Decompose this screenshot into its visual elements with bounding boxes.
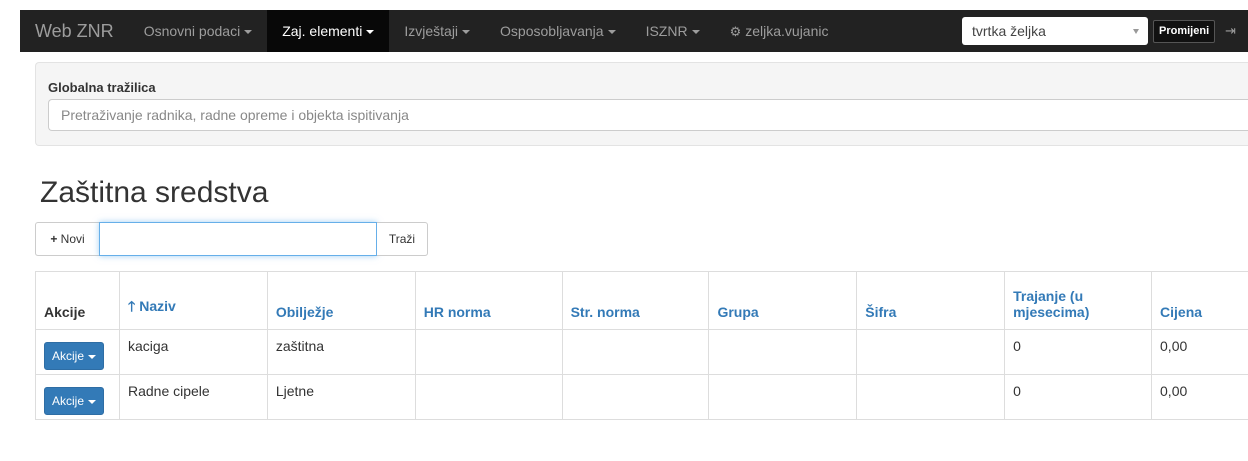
sign-out-icon[interactable]: ⇥ (1225, 23, 1236, 39)
protective-equipment-table: Akcije 🡑 Naziv Obilježje HR norma Str. no… (35, 271, 1248, 420)
menu-zaj-elementi[interactable]: Zaj. elementi (267, 10, 390, 52)
menu-osnovni-podaci[interactable]: Osnovni podaci (129, 10, 268, 52)
change-company-button[interactable]: Promijeni (1153, 20, 1216, 43)
header-obiljezje[interactable]: Obilježje (266, 271, 416, 330)
caret-down-icon (366, 30, 375, 35)
header-str-norma[interactable]: Str. norma (561, 271, 710, 330)
cell-hr-norma (414, 374, 563, 420)
sort-up-icon: 🡑 (127, 298, 136, 314)
cell-str-norma (561, 329, 710, 375)
header-akcije: Akcije (35, 271, 120, 330)
cell-trajanje: 0 (1004, 374, 1153, 420)
dropdown-arrow-icon (1133, 29, 1139, 34)
menu-osposobljavanja[interactable]: Osposobljavanja (485, 10, 631, 52)
global-search-label: Globalna tražilica (48, 80, 156, 95)
actions-label: Akcije (52, 349, 85, 363)
new-button[interactable]: + Novi (35, 222, 99, 256)
username: zeljka.vujanic (745, 23, 829, 39)
actions-label: Akcije (52, 394, 85, 408)
header-sifra[interactable]: Šifra (856, 271, 1006, 330)
menu-label: ISZNR (645, 23, 688, 39)
menu-label: Osposobljavanja (500, 23, 604, 39)
plus-icon: + (50, 232, 58, 246)
caret-down-icon (88, 399, 97, 404)
header-trajanje[interactable]: Trajanje (u mjesecima) (1004, 271, 1153, 330)
search-input[interactable] (99, 222, 377, 256)
header-naziv-label: Naziv (139, 298, 176, 314)
cell-sifra (856, 329, 1006, 375)
cell-grupa (708, 329, 858, 375)
table-row: Akcije kaciga zaštitna 0 0,00 (35, 329, 1248, 375)
company-select[interactable]: tvrtka željka (962, 17, 1148, 45)
menu-isznr[interactable]: ISZNR (631, 10, 715, 52)
cell-obiljezje: Ljetne (266, 374, 416, 420)
global-search-input[interactable] (48, 99, 1248, 131)
page-title: Zaštitna sredstva (40, 176, 269, 209)
caret-down-icon (607, 30, 616, 35)
header-naziv[interactable]: 🡑 Naziv (118, 271, 268, 330)
table-row: Akcije Radne cipele Ljetne 0 0,00 (35, 374, 1248, 420)
gear-icon: ⚙ (729, 24, 742, 39)
header-grupa[interactable]: Grupa (708, 271, 858, 330)
actions-cell: Akcije (35, 329, 120, 375)
search-button[interactable]: Traži (377, 222, 428, 256)
table-header-row: Akcije 🡑 Naziv Obilježje HR norma Str. no… (35, 271, 1248, 330)
cell-cijena: 0,00 (1151, 329, 1248, 375)
caret-down-icon (691, 30, 700, 35)
cell-cijena: 0,00 (1151, 374, 1248, 420)
header-hr-norma[interactable]: HR norma (414, 271, 563, 330)
menu-label: Osnovni podaci (143, 23, 241, 39)
cell-naziv: Radne cipele (118, 374, 268, 420)
cell-hr-norma (414, 329, 563, 375)
actions-cell: Akcije (35, 374, 120, 420)
header-cijena[interactable]: Cijena (1151, 271, 1248, 330)
caret-down-icon (462, 30, 471, 35)
company-selected-value: tvrtka željka (972, 23, 1046, 39)
actions-dropdown-button[interactable]: Akcije (44, 387, 105, 415)
cell-sifra (856, 374, 1006, 420)
caret-down-icon (244, 30, 253, 35)
cell-naziv: kaciga (118, 329, 268, 375)
actions-dropdown-button[interactable]: Akcije (44, 342, 105, 370)
menu-izvjestaji[interactable]: Izvještaji (389, 10, 485, 52)
caret-down-icon (88, 354, 97, 359)
menu-label: Izvještaji (404, 23, 459, 39)
user-menu[interactable]: ⚙ zeljka.vujanic (715, 10, 844, 52)
menu-label: Zaj. elementi (282, 23, 363, 39)
cell-str-norma (561, 374, 710, 420)
top-navbar: Web ZNR Osnovni podaci Zaj. elementi Izv… (20, 10, 1248, 52)
cell-trajanje: 0 (1004, 329, 1153, 375)
new-button-label: Novi (60, 232, 85, 246)
cell-grupa (708, 374, 858, 420)
brand-link[interactable]: Web ZNR (20, 10, 129, 52)
cell-obiljezje: zaštitna (266, 329, 416, 375)
global-search-panel: Globalna tražilica (35, 62, 1248, 146)
